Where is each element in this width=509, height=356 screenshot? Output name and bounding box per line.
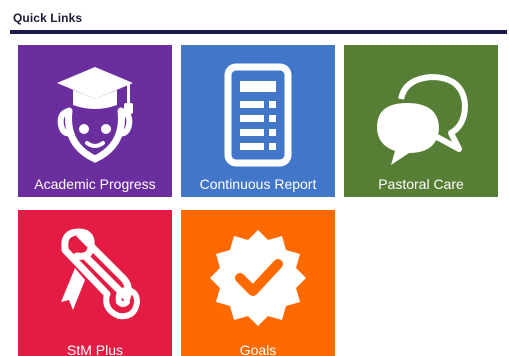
- pastoral-care-label: Pastoral Care: [378, 176, 464, 192]
- stm-plus-tile[interactable]: StM Plus: [18, 210, 172, 356]
- academic-progress-label: Academic Progress: [34, 176, 156, 192]
- panel-title: Quick Links: [13, 11, 83, 25]
- continuous-report-tile[interactable]: Continuous Report: [181, 45, 335, 197]
- speech-bubbles-icon: [344, 53, 498, 171]
- quick-links-panel: Quick Links Academic Progress Continuous…: [0, 0, 509, 356]
- panel-header: Quick Links: [10, 0, 507, 34]
- check-badge-icon: [181, 218, 335, 336]
- header-divider: [10, 30, 507, 34]
- report-document-icon: [181, 53, 335, 171]
- graduation-student-icon: [18, 53, 172, 171]
- goals-label: Goals: [239, 342, 277, 356]
- academic-progress-tile[interactable]: Academic Progress: [18, 45, 172, 197]
- diploma-scroll-icon: [18, 218, 172, 336]
- goals-tile[interactable]: Goals: [181, 210, 335, 356]
- pastoral-care-tile[interactable]: Pastoral Care: [344, 45, 498, 197]
- stm-plus-label: StM Plus: [66, 342, 123, 356]
- continuous-report-label: Continuous Report: [199, 176, 317, 192]
